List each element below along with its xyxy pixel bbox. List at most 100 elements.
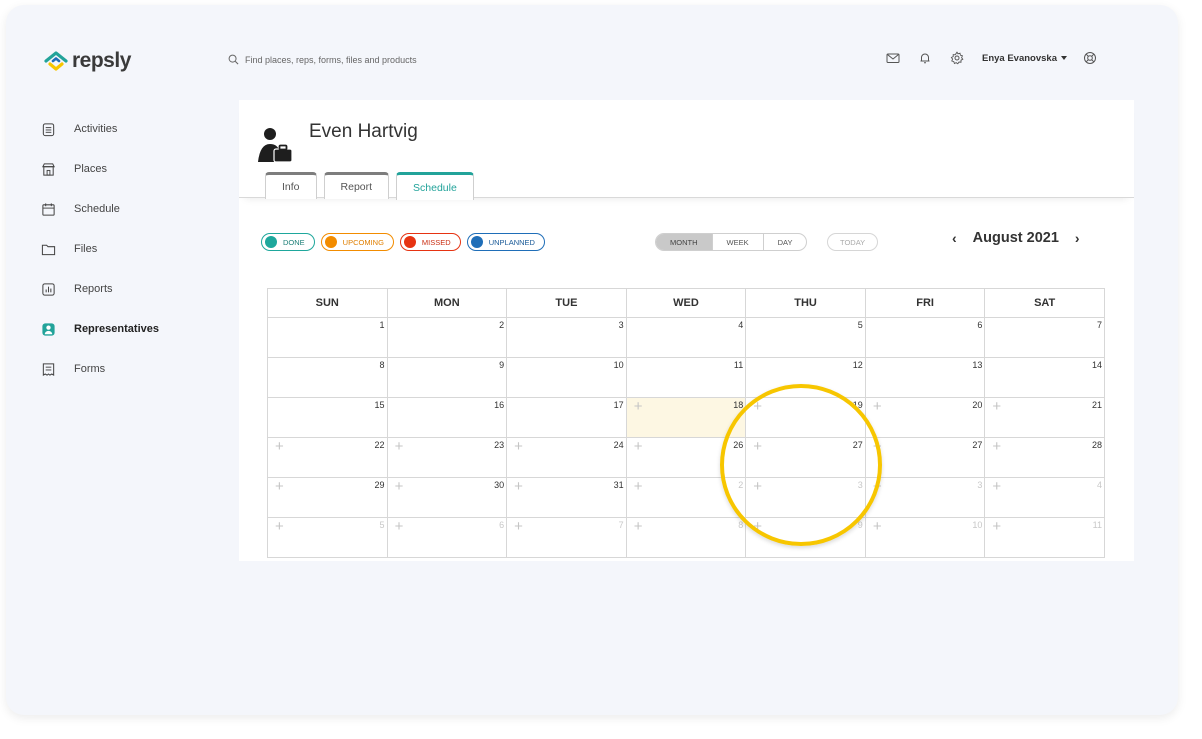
add-visit-icon[interactable]: + [873,479,882,494]
calendar-day-cell[interactable]: 14 [984,357,1105,398]
add-visit-icon[interactable]: + [992,439,1001,454]
calendar-day-cell[interactable]: +3 [745,477,866,518]
add-visit-icon[interactable]: + [395,479,404,494]
calendar-day-cell[interactable]: +7 [506,517,627,558]
sidebar-item-files[interactable]: Files [40,229,220,269]
add-visit-icon[interactable]: + [992,399,1001,414]
add-visit-icon[interactable]: + [275,439,284,454]
calendar-day-cell[interactable]: 3 [506,317,627,358]
day-number: 11 [733,360,744,370]
calendar-day-cell[interactable]: 15 [267,397,388,438]
add-visit-icon[interactable]: + [753,479,762,494]
user-menu[interactable]: Enya Evanovska [982,53,1067,64]
calendar-week-row: +22 +23 +24 +26 +27 +27 +28 [267,437,1105,478]
chevron-left-icon[interactable]: ‹ [952,230,957,246]
month-navigation: ‹ August 2021 › [952,230,1080,246]
calendar-day-cell[interactable]: +4 [984,477,1105,518]
add-visit-icon[interactable]: + [395,439,404,454]
tab-schedule[interactable]: Schedule [396,172,474,200]
calendar-day-cell[interactable]: +24 [506,437,627,478]
sidebar-item-places[interactable]: Places [40,149,220,189]
calendar-day-cell[interactable]: +22 [267,437,388,478]
add-visit-icon[interactable]: + [753,439,762,454]
add-visit-icon[interactable]: + [753,399,762,414]
calendar-day-cell[interactable]: +21 [984,397,1105,438]
calendar-day-cell[interactable]: +9 [745,517,866,558]
mail-icon[interactable] [886,51,900,65]
add-visit-icon[interactable]: + [753,519,762,534]
day-number: 6 [977,320,983,330]
calendar-day-cell[interactable]: +6 [386,517,508,558]
calendar-day-cell[interactable]: +30 [386,477,508,518]
calendar-day-cell[interactable]: +20 [864,397,986,438]
calendar-day-cell[interactable]: +10 [864,517,986,558]
calendar-day-cell[interactable]: 16 [386,397,508,438]
add-visit-icon[interactable]: + [514,479,523,494]
sidebar-item-activities[interactable]: Activities [40,109,220,149]
add-visit-icon[interactable]: + [634,519,643,534]
add-visit-icon[interactable]: + [514,439,523,454]
legend-done[interactable]: DONE [261,233,315,251]
add-visit-icon[interactable]: + [992,479,1001,494]
tab-report[interactable]: Report [323,172,390,199]
sidebar-item-reports[interactable]: Reports [40,269,220,309]
repsly-logo[interactable]: repsly [44,49,131,73]
calendar-day-cell[interactable]: +27 [745,437,866,478]
calendar-day-cell[interactable]: 13 [864,357,986,398]
add-visit-icon[interactable]: + [275,519,284,534]
day-number: 2 [499,320,505,330]
help-icon[interactable] [1083,51,1097,65]
add-visit-icon[interactable]: + [992,519,1001,534]
search-input[interactable] [245,54,545,65]
add-visit-icon[interactable]: + [634,439,643,454]
calendar-day-cell[interactable]: 5 [745,317,866,358]
add-visit-icon[interactable]: + [275,479,284,494]
calendar-day-cell[interactable]: +5 [267,517,388,558]
calendar-day-cell[interactable]: 6 [864,317,986,358]
calendar-day-cell[interactable]: +26 [625,437,747,478]
calendar-day-cell[interactable]: 8 [267,357,388,398]
legend-upcoming[interactable]: UPCOMING [320,233,394,251]
tab-info[interactable]: Info [265,172,317,199]
calendar-day-cell[interactable]: 7 [984,317,1105,358]
calendar-day-cell[interactable]: +19 [745,397,866,438]
calendar-day-cell[interactable]: 2 [386,317,508,358]
calendar-day-cell[interactable]: +31 [506,477,627,518]
calendar-day-cell[interactable]: +29 [267,477,388,518]
calendar-day-cell[interactable]: +28 [984,437,1105,478]
calendar-day-cell[interactable]: 9 [386,357,508,398]
add-visit-icon[interactable]: + [634,399,643,414]
add-visit-icon[interactable]: + [514,519,523,534]
settings-icon[interactable] [950,51,964,65]
calendar-day-cell[interactable]: +3 [864,477,986,518]
add-visit-icon[interactable]: + [873,439,882,454]
calendar-day-cell[interactable]: +11 [984,517,1105,558]
calendar-day-cell[interactable]: 4 [625,317,747,358]
sidebar-item-schedule[interactable]: Schedule [40,189,220,229]
add-visit-icon[interactable]: + [873,399,882,414]
legend-missed[interactable]: MISSED [399,233,461,251]
view-week-button[interactable]: WEEK [713,234,764,250]
sidebar-item-forms[interactable]: Forms [40,349,220,389]
view-month-button[interactable]: MONTH [656,234,713,250]
calendar-day-cell[interactable]: +8 [625,517,747,558]
bell-icon[interactable] [918,51,932,65]
sidebar-item-representatives[interactable]: Representatives [40,309,220,349]
calendar-day-cell[interactable]: 17 [506,397,627,438]
legend-unplanned[interactable]: UNPLANNED [466,233,545,251]
add-visit-icon[interactable]: + [395,519,404,534]
calendar-day-cell[interactable]: +18 [625,397,747,438]
add-visit-icon[interactable]: + [873,519,882,534]
calendar-day-cell[interactable]: +23 [386,437,508,478]
calendar-day-cell[interactable]: 1 [267,317,388,358]
profile-header: Even Hartvig Info Report Schedule [239,100,1134,200]
add-visit-icon[interactable]: + [634,479,643,494]
today-button[interactable]: TODAY [827,233,879,251]
view-day-button[interactable]: DAY [764,234,807,250]
calendar-day-cell[interactable]: +27 [864,437,986,478]
calendar-day-cell[interactable]: 11 [625,357,747,398]
chevron-right-icon[interactable]: › [1075,230,1080,246]
calendar-day-cell[interactable]: 12 [745,357,866,398]
calendar-day-cell[interactable]: 10 [506,357,627,398]
calendar-day-cell[interactable]: +2 [625,477,747,518]
